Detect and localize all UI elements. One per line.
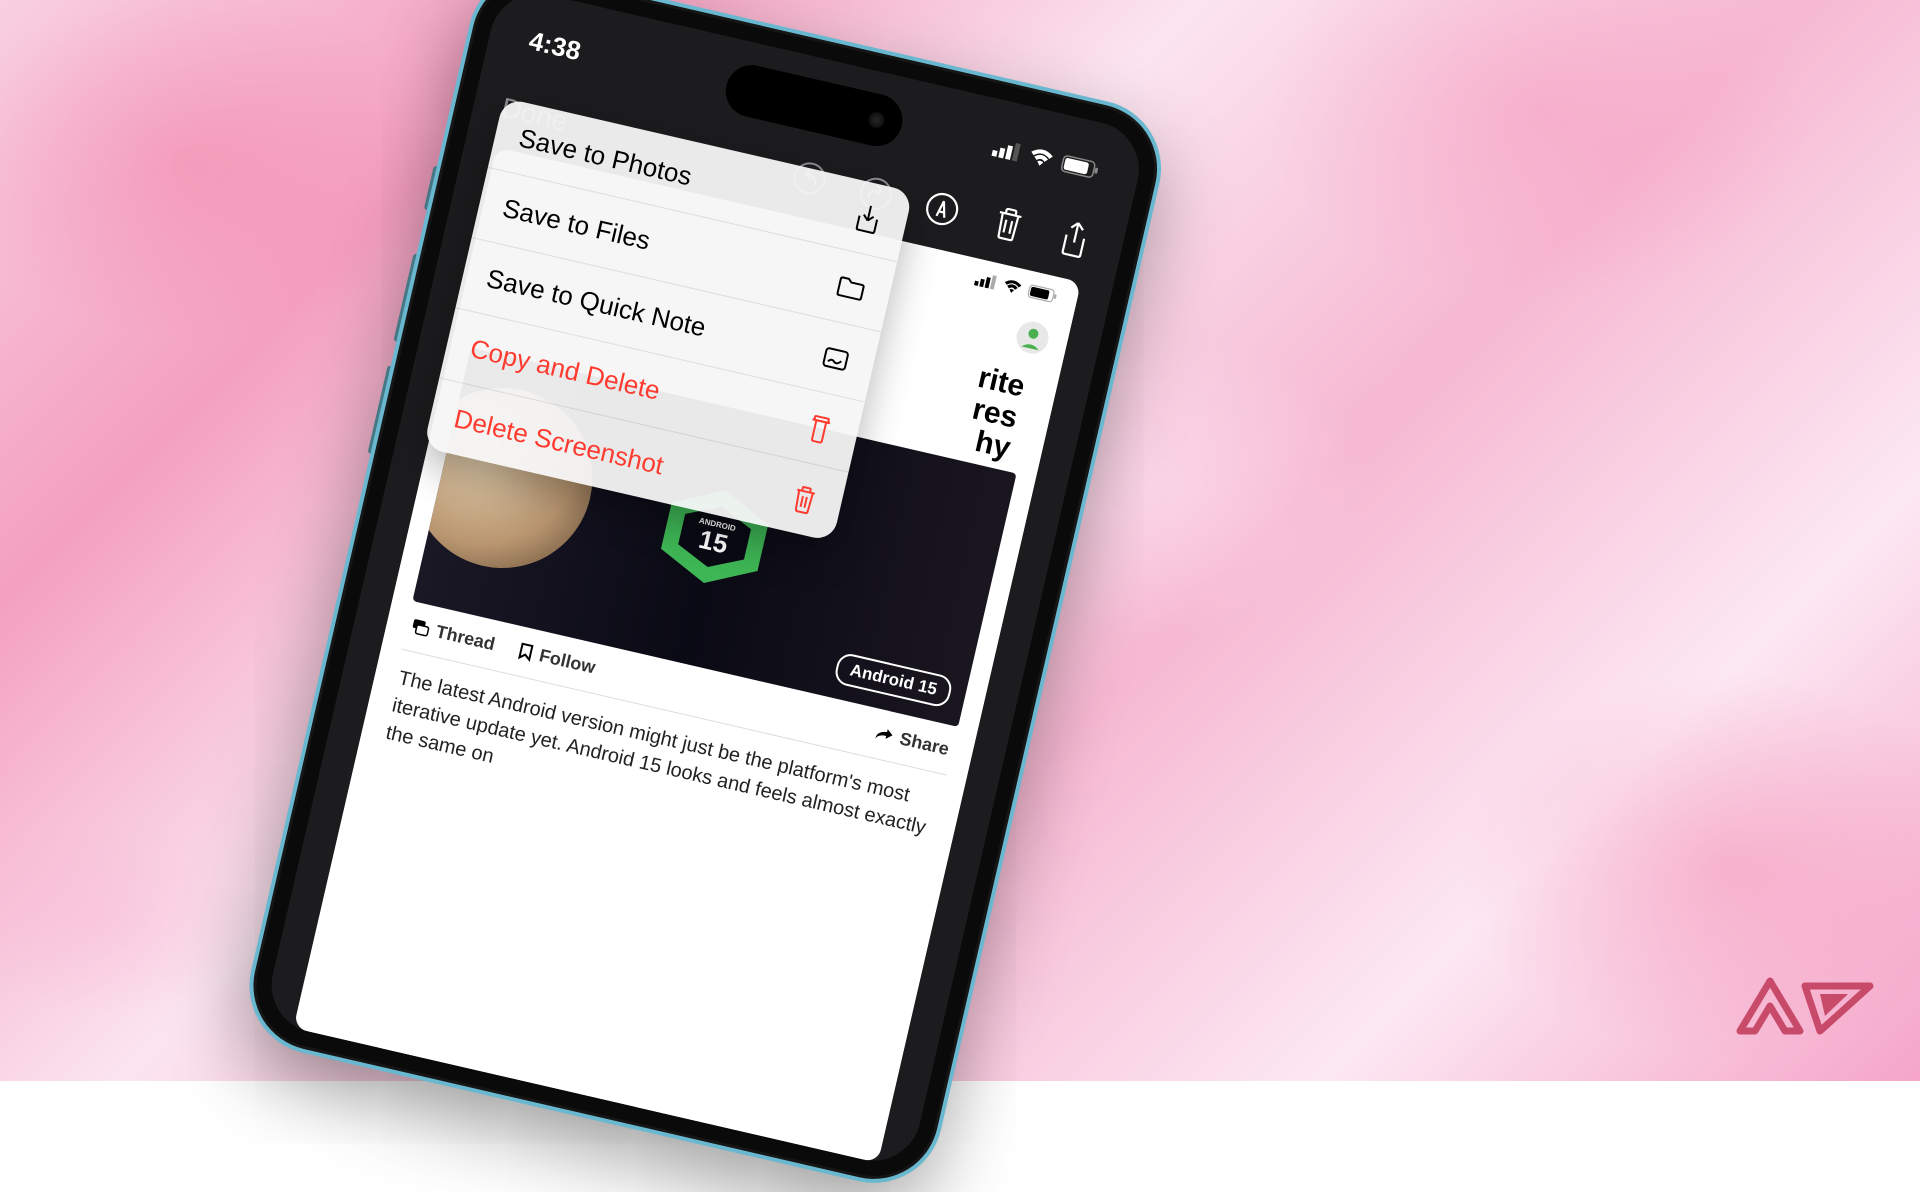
copy-trash-icon — [803, 411, 837, 447]
trash-icon — [989, 203, 1028, 245]
battery-icon — [1026, 284, 1058, 304]
trash-icon — [788, 481, 820, 516]
badge-number: 15 — [697, 525, 731, 557]
meta-label: Follow — [537, 645, 597, 678]
meta-label: Share — [898, 728, 951, 760]
status-time: 4:38 — [526, 25, 584, 67]
thread-icon — [409, 616, 433, 638]
download-icon — [851, 200, 885, 236]
menu-label: Save to Files — [500, 193, 653, 257]
meta-label: Thread — [434, 621, 497, 655]
trash-button[interactable] — [984, 200, 1032, 248]
battery-icon — [1060, 154, 1101, 180]
markup-button[interactable] — [918, 185, 966, 233]
share-arrow-icon — [873, 724, 896, 744]
status-indicators — [991, 138, 1100, 180]
folder-icon — [834, 273, 869, 303]
share-article-button[interactable]: Share — [872, 722, 951, 760]
watermark-logo — [1730, 966, 1880, 1051]
cellular-icon — [991, 138, 1022, 162]
share-button[interactable] — [1051, 216, 1099, 264]
follow-button[interactable]: Follow — [516, 640, 598, 678]
article-tag: Android 15 — [833, 651, 954, 708]
wifi-icon — [1001, 278, 1024, 296]
markup-icon — [921, 187, 964, 230]
share-icon — [1056, 218, 1094, 262]
bookmark-icon — [516, 641, 536, 662]
cellular-icon — [974, 271, 999, 290]
note-icon — [819, 344, 852, 374]
avatar-icon — [1012, 317, 1053, 358]
thread-button[interactable]: Thread — [409, 615, 498, 655]
wifi-icon — [1026, 146, 1055, 169]
